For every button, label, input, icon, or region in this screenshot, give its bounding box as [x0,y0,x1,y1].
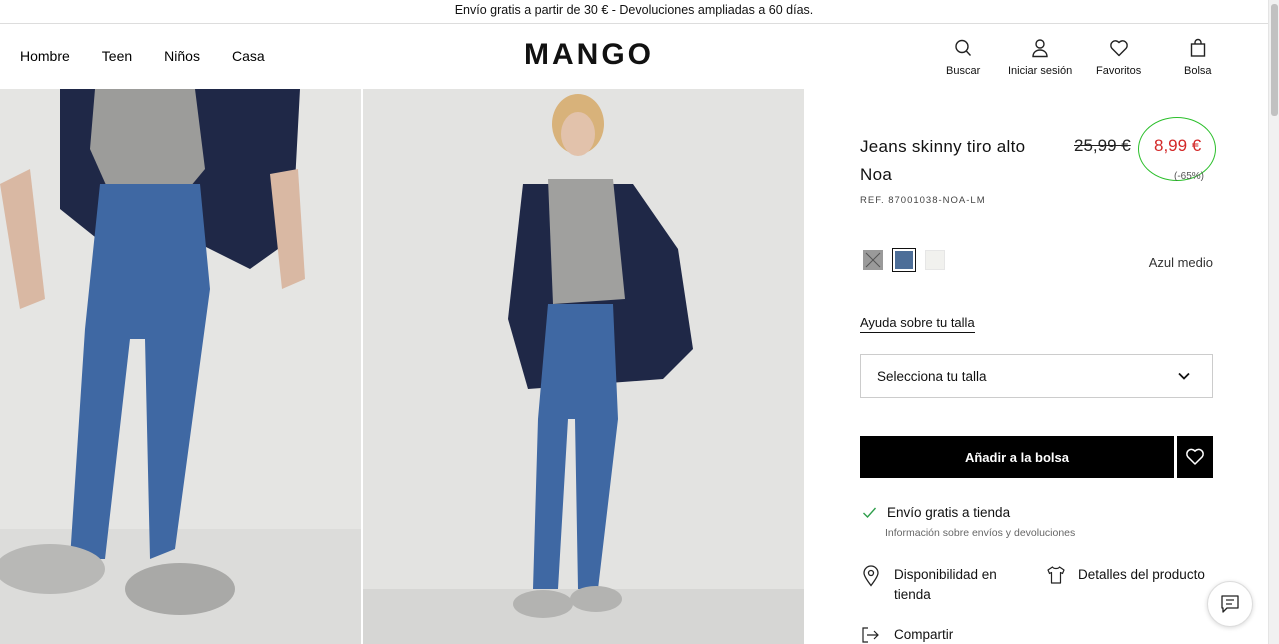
location-pin-icon [863,565,879,587]
bag-button[interactable]: Bolsa [1184,38,1212,77]
promo-bar: Envío gratis a partir de 30 € - Devoluci… [0,0,1268,24]
scrollbar-thumb[interactable] [1271,4,1278,116]
add-to-favorites-button[interactable] [1177,436,1213,478]
product-details-link[interactable]: Detalles del producto [1046,565,1205,585]
color-swatch-blue[interactable] [892,248,916,272]
add-to-bag-label: Añadir a la bolsa [964,449,1070,465]
discount-badge: (-65%) [1174,171,1205,182]
nav-item-casa[interactable]: Casa [232,48,265,64]
favorites-label: Favoritos [1096,65,1142,77]
page-scrollbar[interactable] [1268,0,1279,644]
product-details-label: Detalles del producto [1078,567,1205,582]
shipping-title: Envío gratis a tienda [887,505,1011,520]
shipping-info-link[interactable]: Información sobre envíos y devoluciones [885,527,1075,539]
user-icon [1032,39,1048,58]
login-label: Iniciar sesión [1008,65,1073,77]
selected-color-name: Azul medio [1148,255,1213,270]
store-availability-label: Disponibilidad en tienda [894,567,997,602]
check-icon [863,507,877,519]
product-reference: REF. 87001038-NOA-LM [860,195,986,206]
size-select-placeholder: Selecciona tu talla [877,368,987,384]
login-button[interactable]: Iniciar sesión [1008,38,1072,77]
product-gallery [0,89,804,644]
add-to-bag-button[interactable]: Añadir a la bolsa [860,436,1174,478]
share-icon [862,627,879,643]
old-price: 25,99 € [1074,136,1131,155]
tshirt-icon [1047,566,1065,584]
search-label: Buscar [946,65,981,77]
chat-button[interactable] [1207,581,1253,627]
shipping-info: Envío gratis a tienda [862,505,1010,520]
size-select[interactable]: Selecciona tu talla [860,354,1213,398]
promo-text: Envío gratis a partir de 30 € - Devoluci… [454,3,814,17]
header: Hombre Teen Niños Casa MANGO [0,24,1268,89]
product-image-fullbody[interactable] [363,89,804,644]
store-availability-link[interactable]: Disponibilidad en tienda [862,565,1014,605]
nav-item-teen[interactable]: Teen [102,48,132,64]
nav-item-hombre[interactable]: Hombre [20,48,70,64]
search-button[interactable]: Buscar [946,38,980,77]
main-nav: Hombre Teen Niños Casa [20,48,265,64]
brand-logo[interactable]: MANGO [524,38,654,72]
heart-icon [1186,448,1204,465]
color-swatch-white[interactable] [925,250,945,270]
favorites-button[interactable]: Favoritos [1096,38,1141,77]
heart-icon [1109,40,1128,57]
search-icon [955,39,972,56]
bag-icon [1190,38,1205,57]
bag-label: Bolsa [1184,65,1212,77]
product-title: Jeans skinny tiro alto Noa [860,137,1026,184]
color-swatch-grey[interactable] [863,250,883,270]
share-label: Compartir [894,627,954,642]
size-help-link[interactable]: Ayuda sobre tu talla [860,315,975,333]
color-swatches [863,248,945,272]
nav-item-ninos[interactable]: Niños [164,48,200,64]
unavailable-cross-icon [865,252,881,268]
chevron-down-icon [1178,372,1190,380]
share-link[interactable]: Compartir [862,627,953,643]
chat-icon [1221,595,1239,613]
product-image-closeup[interactable] [0,89,361,644]
